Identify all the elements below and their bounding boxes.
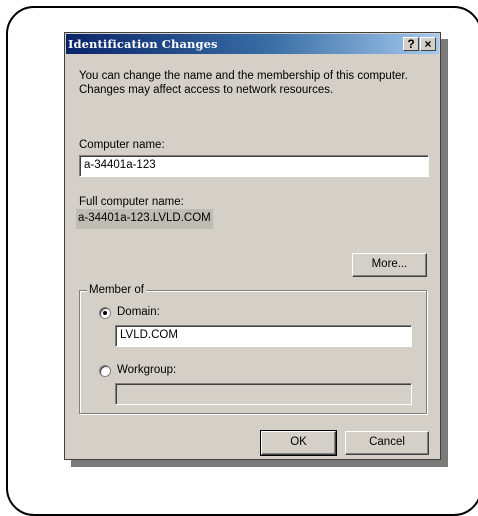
title-bar[interactable]: Identification Changes ? ×: [66, 34, 439, 54]
identification-changes-dialog: Identification Changes ? × You can chang…: [64, 32, 441, 460]
workgroup-radio[interactable]: [99, 365, 111, 377]
more-button[interactable]: More...: [352, 253, 427, 277]
close-button[interactable]: ×: [420, 37, 436, 51]
computer-name-input[interactable]: a-34401a-123: [79, 155, 429, 177]
domain-radio[interactable]: [99, 307, 111, 319]
full-computer-name-value: a-34401a-123.LVLD.COM: [76, 209, 213, 229]
ok-button[interactable]: OK: [260, 430, 337, 456]
description-text: You can change the name and the membersh…: [79, 70, 408, 96]
domain-input[interactable]: LVLD.COM: [115, 325, 412, 347]
window-title: Identification Changes: [68, 37, 218, 51]
cancel-button[interactable]: Cancel: [345, 431, 429, 455]
radio-selected-dot: [103, 311, 107, 315]
workgroup-input[interactable]: [115, 383, 412, 405]
help-button[interactable]: ?: [403, 37, 419, 51]
workgroup-label: Workgroup:: [117, 364, 177, 376]
full-computer-name-label: Full computer name:: [79, 196, 184, 208]
member-of-label: Member of: [87, 284, 146, 296]
computer-name-label: Computer name:: [79, 139, 165, 151]
domain-label: Domain:: [117, 306, 160, 318]
